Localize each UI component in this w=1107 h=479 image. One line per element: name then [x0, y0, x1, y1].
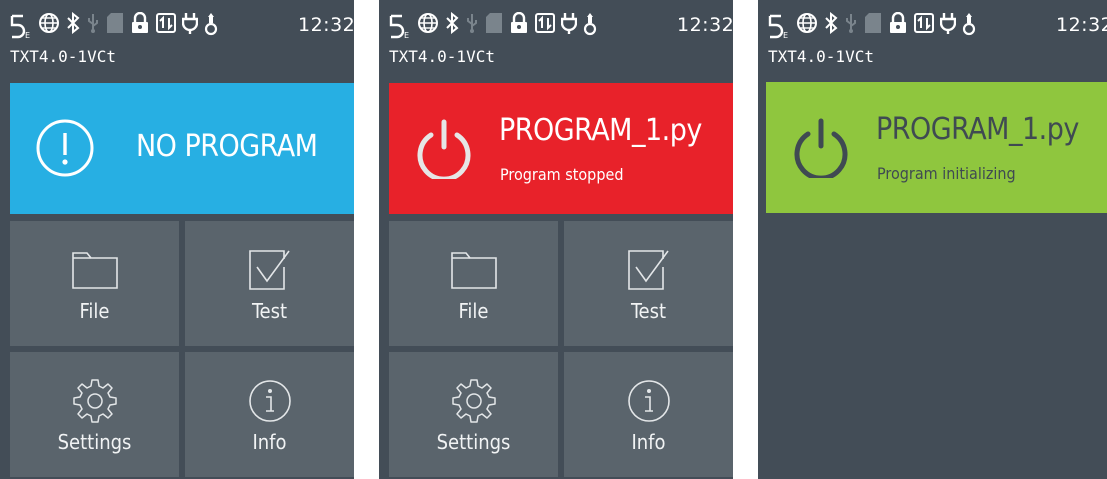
usb-icon — [844, 12, 858, 40]
test-tile[interactable]: Test — [185, 221, 354, 346]
info-icon — [624, 376, 674, 426]
device-name: TXT4.0-1VCt — [10, 47, 116, 66]
program-status-banner[interactable]: NO PROGRAM — [10, 83, 354, 214]
power-plug-icon — [182, 12, 198, 40]
status-icons: E — [768, 10, 976, 42]
bluetooth-icon — [824, 12, 838, 40]
banner-subtitle: Program initializing — [877, 164, 1016, 183]
info-tile[interactable]: Info — [564, 352, 733, 477]
lock-icon — [509, 12, 529, 40]
globe-icon — [417, 12, 439, 40]
power-plug-icon — [561, 12, 577, 40]
sd-card-icon — [864, 12, 882, 40]
usb-icon — [465, 12, 479, 40]
controller-screen-program-initializing: E 12:3 TXT4.0-1VCt PROGRAM_1.py Program … — [758, 0, 1107, 479]
file-label: File — [79, 299, 110, 323]
power-icon — [413, 117, 475, 182]
sync-icon — [914, 12, 934, 40]
banner-title: PROGRAM_1.py — [499, 113, 702, 148]
lock-icon — [888, 12, 908, 40]
settings-label: Settings — [57, 430, 132, 454]
banner-title: PROGRAM_1.py — [876, 112, 1079, 147]
info-icon — [245, 376, 295, 426]
usb-device-icon — [204, 12, 218, 40]
status-time: 12:32 — [1056, 14, 1107, 36]
file-tile[interactable]: File — [389, 221, 558, 346]
svg-text:E: E — [25, 31, 30, 40]
5e-mobile-icon: E — [389, 12, 411, 40]
info-label: Info — [631, 430, 666, 454]
info-label: Info — [252, 430, 287, 454]
checkbox-icon — [624, 245, 674, 295]
test-tile[interactable]: Test — [564, 221, 733, 346]
program-status-banner[interactable]: PROGRAM_1.py Program stopped — [389, 83, 733, 214]
device-name: TXT4.0-1VCt — [768, 47, 874, 66]
svg-text:E: E — [404, 31, 409, 40]
globe-icon — [38, 12, 60, 40]
power-plug-icon — [940, 12, 956, 40]
file-label: File — [458, 299, 489, 323]
sd-card-icon — [106, 12, 124, 40]
sync-icon — [156, 12, 176, 40]
5e-mobile-icon: E — [768, 12, 790, 40]
status-time: 12:32 — [298, 14, 354, 36]
folder-icon — [70, 245, 120, 295]
sd-card-icon — [485, 12, 503, 40]
folder-icon — [449, 245, 499, 295]
controller-screen-no-program: E 12:32 TXT4.0-1VCt NO PROGRAM File Test… — [0, 0, 354, 479]
settings-label: Settings — [436, 430, 511, 454]
settings-tile[interactable]: Settings — [389, 352, 558, 477]
program-status-banner[interactable]: PROGRAM_1.py Program initializing — [766, 82, 1107, 213]
globe-icon — [796, 12, 818, 40]
status-bar: E — [758, 0, 1107, 76]
exclamation-circle-icon — [34, 117, 96, 179]
file-tile[interactable]: File — [10, 221, 179, 346]
gear-icon — [70, 376, 120, 426]
device-name: TXT4.0-1VCt — [389, 47, 495, 66]
gear-icon — [449, 376, 499, 426]
status-icons: E — [389, 10, 597, 42]
settings-tile[interactable]: Settings — [10, 352, 179, 477]
usb-device-icon — [583, 12, 597, 40]
controller-screen-program-stopped: E 12:32 TXT4.0-1VCt PROGRAM_1.py Program… — [379, 0, 733, 479]
5e-mobile-icon: E — [10, 12, 32, 40]
status-time: 12:32 — [677, 14, 733, 36]
status-bar: E — [0, 0, 354, 76]
test-label: Test — [251, 299, 288, 323]
power-icon — [790, 116, 852, 181]
usb-device-icon — [962, 12, 976, 40]
status-bar: E — [379, 0, 733, 76]
svg-text:E: E — [783, 31, 788, 40]
test-label: Test — [630, 299, 667, 323]
banner-subtitle: Program stopped — [500, 165, 624, 184]
lock-icon — [130, 12, 150, 40]
bluetooth-icon — [445, 12, 459, 40]
bluetooth-icon — [66, 12, 80, 40]
checkbox-icon — [245, 245, 295, 295]
status-icons: E — [10, 10, 218, 42]
info-tile[interactable]: Info — [185, 352, 354, 477]
sync-icon — [535, 12, 555, 40]
banner-title: NO PROGRAM — [136, 129, 318, 164]
usb-icon — [86, 12, 100, 40]
